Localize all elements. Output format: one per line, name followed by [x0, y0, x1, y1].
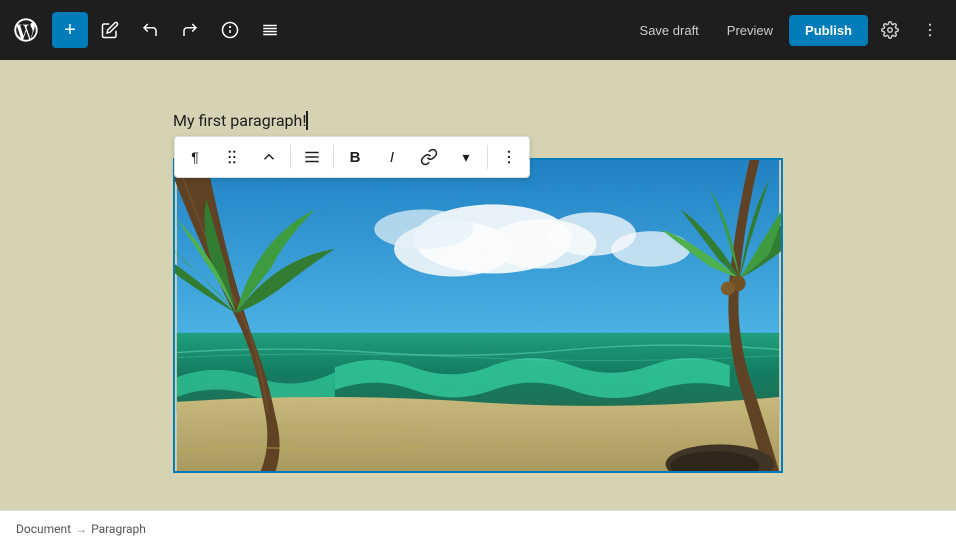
- image-block[interactable]: [173, 158, 783, 473]
- alignment-button[interactable]: [294, 139, 330, 175]
- save-draft-button[interactable]: Save draft: [628, 17, 711, 44]
- undo-button[interactable]: [132, 12, 168, 48]
- list-view-button[interactable]: [252, 12, 288, 48]
- toolbar-divider-2: [333, 145, 334, 169]
- paragraph-text: My first paragraph!: [173, 111, 306, 130]
- add-block-button[interactable]: +: [52, 12, 88, 48]
- document-breadcrumb[interactable]: Document: [16, 522, 71, 536]
- wp-logo[interactable]: [8, 12, 44, 48]
- move-up-down-button[interactable]: [251, 139, 287, 175]
- block-options-button[interactable]: [491, 139, 527, 175]
- toolbar-divider-1: [290, 145, 291, 169]
- link-button[interactable]: [411, 139, 447, 175]
- text-cursor: [306, 111, 308, 130]
- top-toolbar: +: [0, 0, 956, 60]
- more-options-button[interactable]: [912, 12, 948, 48]
- more-rich-text-button[interactable]: ▾: [448, 139, 484, 175]
- info-button[interactable]: [212, 12, 248, 48]
- settings-button[interactable]: [872, 12, 908, 48]
- redo-button[interactable]: [172, 12, 208, 48]
- bold-button[interactable]: B: [337, 139, 373, 175]
- italic-button[interactable]: I: [374, 139, 410, 175]
- edit-button[interactable]: [92, 12, 128, 48]
- preview-button[interactable]: Preview: [715, 17, 785, 44]
- paragraph-breadcrumb[interactable]: Paragraph: [91, 522, 146, 536]
- status-bar: Document → Paragraph: [0, 510, 956, 546]
- block-toolbar: ¶ B I: [174, 136, 530, 178]
- publish-button[interactable]: Publish: [789, 15, 868, 46]
- paragraph-type-button[interactable]: ¶: [177, 139, 213, 175]
- toolbar-divider-3: [487, 145, 488, 169]
- toolbar-right: Save draft Preview Publish: [628, 12, 948, 48]
- breadcrumb-arrow: →: [75, 522, 87, 536]
- drag-handle-button[interactable]: [214, 139, 250, 175]
- main-content: ¶ B I: [0, 60, 956, 510]
- beach-image: [173, 158, 783, 473]
